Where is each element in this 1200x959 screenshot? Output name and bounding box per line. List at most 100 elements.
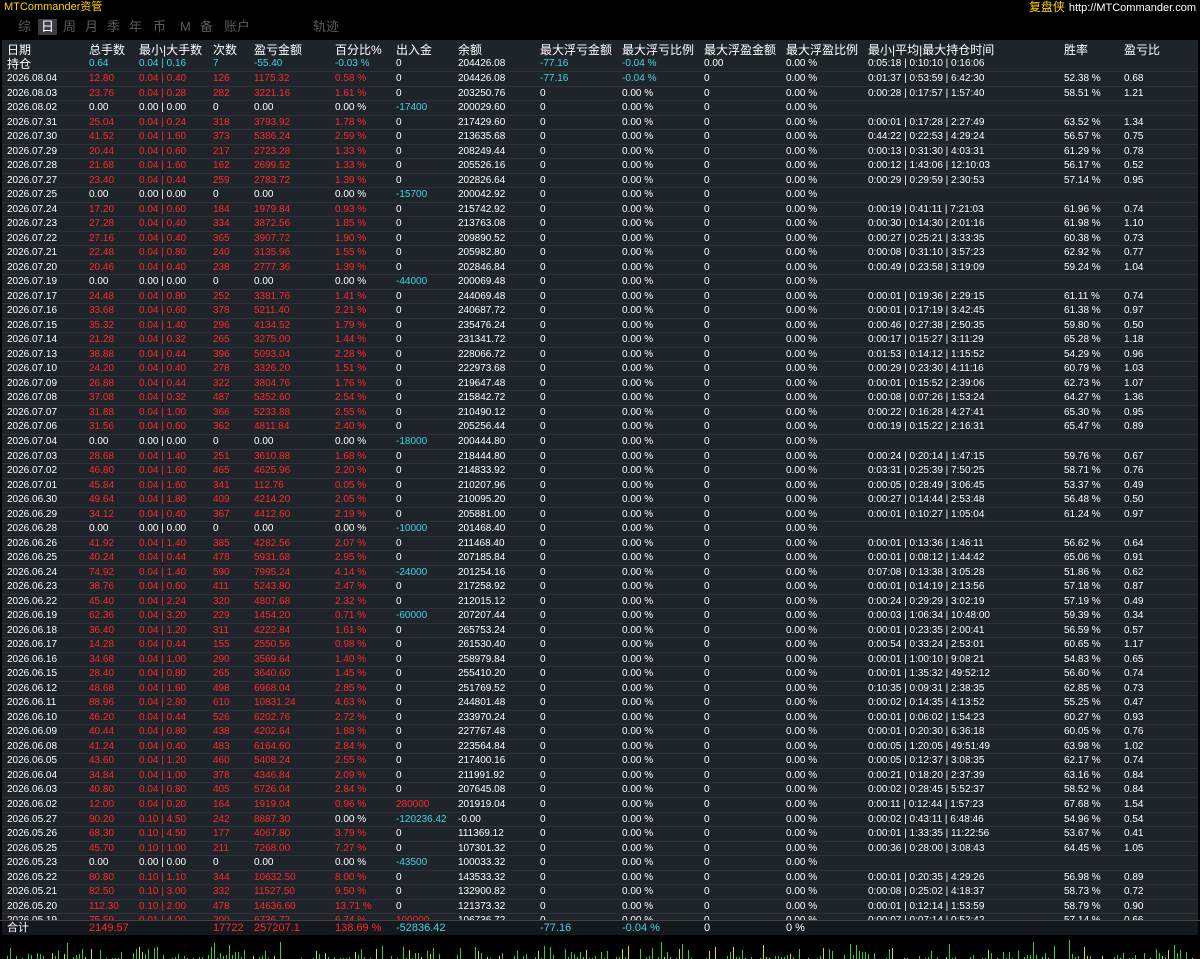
table-row[interactable]: 2026.08.03 23.76 0.04 | 0.28 282 3221.16 1.61… [2, 85, 1198, 102]
cell-hold-time: 0:00:01 | 0:17:19 | 3:42:45 [868, 305, 985, 317]
cell-cash-flow: 0 [396, 900, 402, 912]
col-header-max-float-loss[interactable]: 最大浮亏金额 [540, 43, 612, 57]
tab-10[interactable]: 轨迹 [313, 19, 339, 35]
cell-max-float-loss: 0 [540, 290, 546, 302]
col-header-total-lots[interactable]: 总手数 [89, 43, 125, 57]
col-header-pl-ratio[interactable]: 盈亏比 [1124, 43, 1160, 57]
cell-hold-time: 0:00:01 | 1:35:32 | 49:52:12 [868, 668, 990, 680]
col-header-count[interactable]: 次数 [213, 43, 237, 57]
tab-2[interactable]: 周 [63, 19, 76, 35]
table-row[interactable]: 2026.06.04 34.84 0.04 | 1.00 378 4346.84 2.09… [2, 767, 1198, 784]
tab-8[interactable]: 备 [200, 19, 213, 35]
table-row[interactable]: 2026.06.11 88.96 0.04 | 2.80 610 10831.24 4.6… [2, 695, 1198, 711]
table-row[interactable]: 2026.06.08 41.24 0.04 | 0.40 483 6164.60 2.84… [2, 738, 1198, 755]
table-row[interactable]: 2026.06.05 43.60 0.04 | 1.20 460 5408.24 2.55… [2, 753, 1198, 769]
table-row[interactable]: 2026.06.17 14.28 0.04 | 0.44 155 2550.56 0.98… [2, 637, 1198, 653]
table-row[interactable]: 2026.07.08 37.08 0.04 | 0.32 487 5352.60 2.54… [2, 390, 1198, 406]
table-row[interactable]: 2026.07.10 24.20 0.04 | 0.40 278 3326.20 1.51… [2, 361, 1198, 377]
table-row[interactable]: 2026.06.25 40.24 0.04 | 0.44 478 5931.68 2.95… [2, 550, 1198, 566]
table-row[interactable]: 2026.05.27 90.20 0.10 | 4.50 242 8887.30 0.00… [2, 811, 1198, 828]
col-header-win-rate[interactable]: 胜率 [1064, 43, 1088, 57]
table-row[interactable]: 2026.07.07 31.88 0.04 | 1.00 366 5233.88 2.55… [2, 404, 1198, 421]
table-row[interactable]: 2026.07.25 0.00 0.00 | 0.00 0 0.00 0.00 % -157… [2, 187, 1198, 203]
table-row[interactable]: 2026.05.23 0.00 0.00 | 0.00 0 0.00 0.00 % -435… [2, 855, 1198, 871]
table-row[interactable]: 2026.08.02 0.00 0.00 | 0.00 0 0.00 0.00 % -174… [2, 100, 1198, 116]
table-row[interactable]: 2026.07.09 26.88 0.04 | 0.44 322 3804.76 1.76… [2, 375, 1198, 392]
table-row[interactable]: 2026.07.24 17.20 0.04 | 0.60 184 1979.84 0.93… [2, 201, 1198, 218]
table-row[interactable]: 2026.05.22 80.80 0.10 | 1.10 344 10632.50 8.0… [2, 869, 1198, 886]
table-row[interactable]: 2026.07.02 46.80 0.04 | 1.60 465 4625.96 2.20… [2, 463, 1198, 479]
table-row[interactable]: 2026.05.26 68.30 0.10 | 4.50 177 4067.80 3.79… [2, 826, 1198, 842]
table-row[interactable]: 2026.07.13 38.88 0.04 | 0.44 396 5093.04 2.28… [2, 346, 1198, 363]
table-row[interactable]: 2026.06.10 46.20 0.04 | 0.44 526 6202.76 2.72… [2, 709, 1198, 726]
table-row[interactable]: 2026.06.16 34.68 0.04 | 1.00 290 3569.64 1.40… [2, 651, 1198, 668]
col-header-pnl[interactable]: 盈亏金额 [254, 43, 302, 57]
cell-pnl: 2783.72 [254, 174, 291, 186]
table-row[interactable]: 2026.06.28 0.00 0.00 | 0.00 0 0.00 0.00 % -100… [2, 521, 1198, 537]
col-header-max-float-profit-pct[interactable]: 最大浮盈比例 [786, 43, 858, 57]
table-row[interactable]: 2026.06.22 45.40 0.04 | 2.24 320 4807.68 2.32… [2, 593, 1198, 610]
col-header-hold-time[interactable]: 最小|平均|最大持仓时间 [868, 43, 994, 57]
table-row[interactable]: 2026.07.22 27.16 0.04 | 0.40 365 3907.72 1.90… [2, 230, 1198, 247]
table-row[interactable]: 2026.07.29 20.44 0.04 | 0.60 217 2723.28 1.33… [2, 143, 1198, 160]
table-row[interactable]: 2026.06.18 36.40 0.04 | 1.20 311 4222.84 1.61… [2, 622, 1198, 639]
table-row[interactable]: 2026.06.02 12.00 0.04 | 0.20 164 1919.04 0.96… [2, 797, 1198, 813]
table-row[interactable]: 2026.07.20 20.46 0.04 | 0.40 238 2777.36 1.39… [2, 259, 1198, 276]
col-header-cash-flow[interactable]: 出入金 [396, 43, 432, 57]
tab-5[interactable]: 年 [129, 19, 142, 35]
cell-max-float-profit-pct: 0.00 % [786, 624, 818, 636]
tab-6[interactable]: 币 [153, 19, 166, 35]
holding-row[interactable]: 持仓 0.64 0.04 | 0.16 7 -55.40 -0.03 % 0 204426.0… [2, 57, 1198, 72]
table-row[interactable]: 2026.05.25 45.70 0.10 | 1.00 211 7268.00 7.27… [2, 840, 1198, 857]
cell-win-rate: 65.28 % [1064, 334, 1101, 346]
table-row[interactable]: 2026.07.31 25.04 0.04 | 0.24 318 3793.92 1.78… [2, 114, 1198, 131]
table-row[interactable]: 2026.07.17 24.48 0.04 | 0.80 252 3381.76 1.41… [2, 288, 1198, 305]
table-row[interactable]: 2026.05.21 82.50 0.10 | 3.00 332 11527.50 9.5… [2, 884, 1198, 900]
cell-cash-flow: 0 [396, 639, 402, 651]
table-row[interactable]: 2026.07.28 21.68 0.04 | 1.60 162 2699.52 1.33… [2, 158, 1198, 174]
tab-4[interactable]: 季 [107, 19, 120, 35]
col-header-min-max-lots[interactable]: 最小|大手数 [139, 43, 202, 57]
mini-bar [526, 954, 527, 959]
table-row[interactable]: 2026.06.29 34.12 0.04 | 0.40 367 4412.60 2.19… [2, 506, 1198, 523]
cell-percent: 1.88 % [335, 726, 367, 738]
table-row[interactable]: 2026.07.21 22.48 0.04 | 0.80 240 3135.96 1.55… [2, 245, 1198, 261]
tab-3[interactable]: 月 [85, 19, 98, 35]
table-row[interactable]: 2026.07.27 23.40 0.04 | 0.44 259 2783.72 1.39… [2, 172, 1198, 189]
brand-url[interactable]: http://MTCommander.com [1069, 2, 1196, 14]
table-row[interactable]: 2026.07.23 27.28 0.04 | 0.40 334 3872.56 1.85… [2, 216, 1198, 232]
table-row[interactable]: 2026.06.03 40.80 0.04 | 0.80 405 5726.04 2.84… [2, 782, 1198, 798]
table-row[interactable]: 2026.06.26 41.92 0.04 | 1.40 385 4282.56 2.07… [2, 535, 1198, 552]
cell-count: 411 [213, 581, 229, 593]
table-row[interactable]: 2026.07.14 21.28 0.04 | 0.32 265 3275.00 1.44… [2, 332, 1198, 348]
table-row[interactable]: 2026.07.01 45.84 0.04 | 1.60 341 112.76 0.05 … [2, 477, 1198, 494]
tab-1[interactable]: 日 [38, 19, 58, 35]
table-row[interactable]: 2026.07.30 41.52 0.04 | 1.60 373 5386.24 2.59… [2, 129, 1198, 145]
cell-cash-flow: 0 [396, 247, 402, 259]
col-header-date[interactable]: 日期 [7, 43, 31, 57]
table-row[interactable]: 2026.07.06 31.56 0.04 | 0.60 362 4811.84 2.40… [2, 419, 1198, 435]
table-row[interactable]: 2026.06.23 38.76 0.04 | 0.60 411 5243.80 2.47… [2, 579, 1198, 595]
table-row[interactable]: 2026.07.15 35.32 0.04 | 1.40 296 4134.52 1.79… [2, 317, 1198, 334]
table-row[interactable]: 2026.06.09 40.44 0.04 | 0.80 438 4202.64 1.88… [2, 724, 1198, 740]
holding-max-float-loss: -77.16 [540, 58, 569, 69]
table-row[interactable]: 2026.06.12 48.68 0.04 | 1.60 498 6968.04 2.85… [2, 680, 1198, 697]
tab-7[interactable]: M [180, 19, 191, 35]
col-header-balance[interactable]: 余额 [458, 43, 482, 57]
table-row[interactable]: 2026.07.19 0.00 0.00 | 0.00 0 0.00 0.00 % -440… [2, 274, 1198, 290]
table-row[interactable]: 2026.06.30 49.64 0.04 | 1.80 409 4214.20 2.05… [2, 492, 1198, 508]
col-header-max-float-profit[interactable]: 最大浮盈金额 [704, 43, 776, 57]
table-row[interactable]: 2026.07.03 28.68 0.04 | 1.40 251 3610.88 1.68… [2, 448, 1198, 465]
table-row[interactable]: 2026.06.19 62.36 0.04 | 3.20 229 1454.20 0.71… [2, 608, 1198, 624]
cell-total-lots: 46.20 [89, 711, 115, 723]
table-row[interactable]: 2026.08.04 12.80 0.04 | 0.40 126 1175.32 0.58… [2, 71, 1198, 87]
table-row[interactable]: 2026.06.15 28.40 0.04 | 0.80 265 3640.60 1.45… [2, 666, 1198, 682]
col-header-max-float-loss-pct[interactable]: 最大浮亏比例 [622, 43, 694, 57]
table-row[interactable]: 2026.07.04 0.00 0.00 | 0.00 0 0.00 0.00 % -180… [2, 434, 1198, 450]
col-header-percent[interactable]: 百分比% [335, 43, 382, 57]
table-row[interactable]: 2026.05.20 112.30 0.10 | 2.00 478 14636.60 13… [2, 898, 1198, 915]
tab-9[interactable]: 账户 [224, 19, 250, 35]
table-row[interactable]: 2026.06.24 74.92 0.04 | 1.40 590 7995.24 4.14… [2, 564, 1198, 581]
tab-0[interactable]: 综 [18, 19, 31, 35]
table-row[interactable]: 2026.07.16 33.68 0.04 | 0.60 378 5211.40 2.21… [2, 303, 1198, 319]
